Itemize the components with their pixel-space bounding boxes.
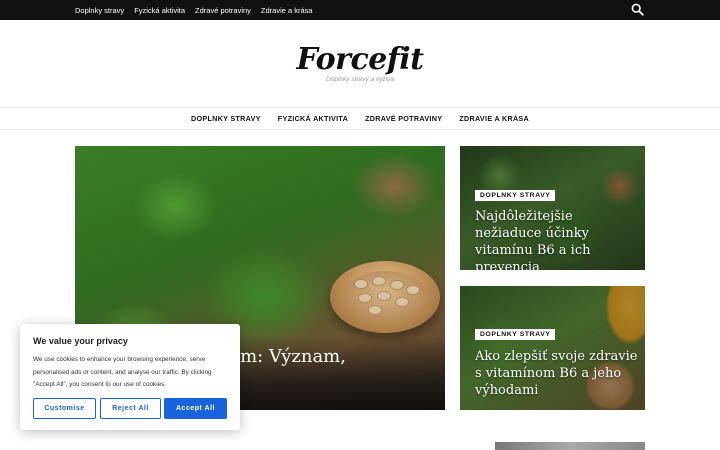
site-tagline: Doplnky stravy a výživa: [326, 76, 394, 83]
cookie-description: We use cookies to enhance your browsing …: [33, 356, 212, 388]
hero-image-nuts: [344, 271, 426, 321]
nut-shape: [372, 276, 386, 286]
post-thumbnail-partial[interactable]: [495, 442, 645, 450]
cookie-title: We value your privacy: [33, 336, 128, 346]
nut-shape: [406, 285, 420, 295]
nav-item-zdrave-potraviny[interactable]: ZDRAVÉ POTRAVINY: [365, 114, 442, 123]
post-card-title[interactable]: Ako zlepšiť svoje zdravie s vitamínom B6…: [475, 348, 640, 399]
accept-all-button[interactable]: Accept All: [164, 398, 227, 419]
nut-shape: [377, 291, 391, 301]
post-card[interactable]: DOPLNKY STRAVY Ako zlepšiť svoje zdravie…: [460, 286, 645, 410]
hero-image-bowl: [330, 261, 440, 333]
customise-button[interactable]: Customise: [33, 398, 96, 419]
top-link-fyzicka-aktivita[interactable]: Fyzická aktivita: [134, 6, 185, 15]
nav-item-doplnky-stravy[interactable]: DOPLNKY STRAVY: [191, 114, 261, 123]
nav-item-zdravie-a-krasa[interactable]: ZDRAVIE A KRÁSA: [459, 114, 529, 123]
nav-item-fyzicka-aktivita[interactable]: FYZICKÁ AKTIVITA: [278, 114, 348, 123]
post-card-title[interactable]: Najdôležitejšie nežiaduce účinky vitamín…: [475, 208, 640, 270]
main-nav: DOPLNKY STRAVY FYZICKÁ AKTIVITA ZDRAVÉ P…: [0, 108, 720, 130]
top-bar: Doplnky stravy Fyzická aktivita Zdravé p…: [0, 0, 720, 20]
top-link-doplnky-stravy[interactable]: Doplnky stravy: [75, 6, 124, 15]
category-badge[interactable]: DOPLNKY STRAVY: [475, 329, 556, 340]
post-card[interactable]: DOPLNKY STRAVY Najdôležitejšie nežiaduce…: [460, 146, 645, 270]
site-logo[interactable]: Forcefit: [0, 42, 720, 77]
nut-shape: [368, 305, 382, 315]
nut-shape: [390, 280, 404, 290]
top-links: Doplnky stravy Fyzická aktivita Zdravé p…: [75, 0, 323, 20]
nut-shape: [395, 297, 409, 307]
cookie-consent-banner: We value your privacy We use cookies to …: [20, 324, 240, 430]
category-badge[interactable]: DOPLNKY STRAVY: [475, 190, 556, 201]
top-link-zdravie-a-krasa[interactable]: Zdravie a krása: [261, 6, 313, 15]
nut-shape: [358, 293, 372, 303]
nut-shape: [354, 279, 368, 289]
reject-all-button[interactable]: Reject All: [100, 398, 161, 419]
top-link-zdrave-potraviny[interactable]: Zdravé potraviny: [195, 6, 251, 15]
search-icon[interactable]: [631, 3, 644, 16]
site-header: Forcefit Doplnky stravy a výživa: [0, 20, 720, 108]
